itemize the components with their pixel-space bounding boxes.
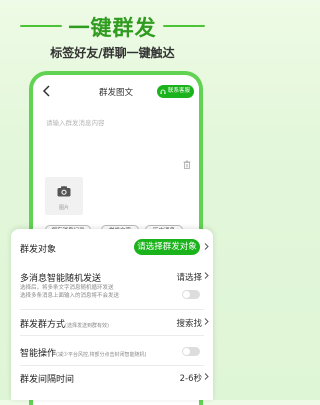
image-label: 图片 xyxy=(58,205,69,211)
add-image-button[interactable]: 图片 xyxy=(45,177,83,215)
group-send-method-label: 群发群方式 xyxy=(20,320,66,330)
chevron-right-icon[interactable] xyxy=(204,318,209,325)
toggle-knob xyxy=(183,348,190,355)
settings-sheet: 群发对象 请选择群发对象 多消息智能随机发送 请选择 选择后，将多条文字消息随机… xyxy=(11,229,213,400)
hero-title: 一键群发 xyxy=(68,16,157,40)
group-send-method-note: (选择发送到群有效) xyxy=(65,323,109,329)
group-send-method-title: 群发群方式(选择发送到群有效) xyxy=(20,317,109,330)
multi-message-title: 多消息智能随机发送 xyxy=(20,274,102,284)
smart-operation-toggle[interactable] xyxy=(182,347,200,356)
multi-message-desc-1: 选择后，将多条文字消息随机循环发送 xyxy=(20,285,114,291)
camera-icon xyxy=(57,186,71,197)
contact-service-label: 联系客服 xyxy=(167,88,190,94)
chevron-right-icon[interactable] xyxy=(204,243,209,250)
headset-icon xyxy=(160,89,166,94)
trash-icon[interactable] xyxy=(183,160,191,169)
phone-header: 群发图文 联系客服 xyxy=(33,75,199,109)
send-interval-title: 群发间隔时间 xyxy=(20,375,75,385)
contact-service-button[interactable]: 联系客服 xyxy=(156,85,194,98)
chevron-right-icon[interactable] xyxy=(204,272,209,279)
multi-message-toggle[interactable] xyxy=(182,290,200,299)
select-target-button[interactable]: 请选择群发对象 xyxy=(134,239,200,255)
divider xyxy=(20,335,204,336)
smart-operation-note: (减少平台风控,将部分点击封闭智能随机) xyxy=(56,352,147,358)
chevron-right-icon[interactable] xyxy=(204,373,209,380)
divider xyxy=(20,309,204,310)
multi-message-select[interactable]: 请选择 xyxy=(176,271,202,283)
message-input[interactable]: 请输入群发消息内容 xyxy=(46,117,105,127)
smart-operation-label: 智能操作 xyxy=(20,349,57,359)
divider xyxy=(20,365,204,366)
multi-message-desc-2: 选择多条消息上面输入的消息将不会发送 xyxy=(20,293,120,299)
toggle-knob xyxy=(183,291,190,298)
target-title: 群发对象 xyxy=(20,245,57,255)
smart-operation-title: 智能操作(减少平台风控,将部分点击封闭智能随机) xyxy=(20,346,147,359)
group-send-method-value[interactable]: 搜索找 xyxy=(176,317,202,329)
hero-subtitle: 标签好友/群聊一键触达 xyxy=(50,46,175,60)
hero-dash-right xyxy=(163,25,205,27)
send-interval-value[interactable]: 2-6秒 xyxy=(180,372,202,384)
